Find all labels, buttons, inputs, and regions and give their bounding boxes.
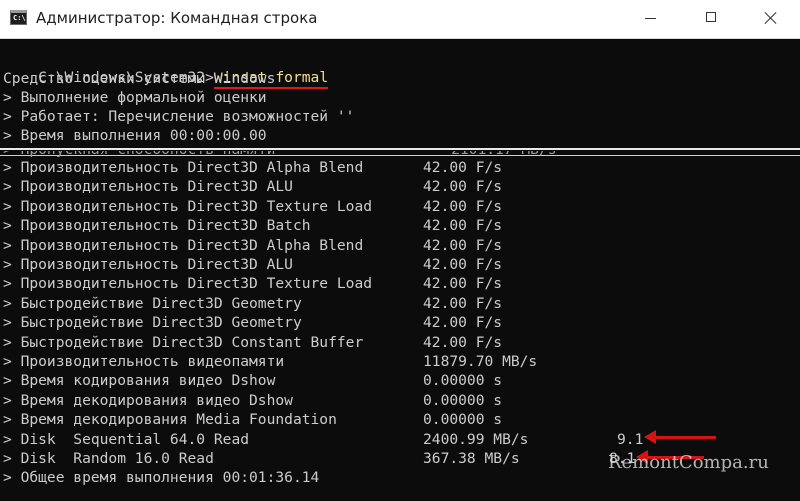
result-value: 42.00 F/s <box>423 178 503 196</box>
result-row: > Производительность Direct3D Batch 42.00… <box>3 216 793 235</box>
result-value: 42.00 F/s <box>423 217 503 235</box>
result-label: > Быстродействие Direct3D Geometry <box>3 294 302 312</box>
minimize-button[interactable] <box>623 0 683 38</box>
result-row: > Производительность Direct3D Alpha Blen… <box>3 158 793 177</box>
result-row: > Производительность видеопамяти 11879.70… <box>3 352 793 371</box>
result-label: > Производительность Direct3D Alpha Blen… <box>3 159 364 176</box>
result-label: > Производительность Direct3D Texture Lo… <box>3 275 373 293</box>
result-value: 42.00 F/s <box>423 275 503 293</box>
result-label: > Время декодирования видео Dshow <box>3 391 293 409</box>
red-arrow-icon <box>644 430 716 444</box>
result-value: 42.00 F/s <box>423 159 503 176</box>
header-line: > Время выполнения 00:00:00.00 <box>3 127 267 144</box>
result-row: > Disk Sequential 64.0 Read 2400.99 MB/s 9… <box>3 430 793 449</box>
result-label: > Производительность Direct3D ALU <box>3 256 293 273</box>
result-label: > Производительность Direct3D Alpha Blen… <box>3 236 364 254</box>
result-row: > Производительность Direct3D Texture Lo… <box>3 274 793 293</box>
result-row: > Производительность Direct3D Texture Lo… <box>3 197 793 216</box>
result-score: 9.1 <box>617 430 644 448</box>
clipped-line: > Пропускная способность памяти 2101.17 … <box>3 151 557 159</box>
result-row: > Время декодирования Media Foundation 0.… <box>3 410 793 429</box>
title-bar[interactable]: C:\ Администратор: Командная строка <box>0 0 800 39</box>
header-line: > Работает: Перечисление возможностей '' <box>3 108 355 125</box>
prompt-line: C:\Windows\System32>winsat formal <box>3 49 329 89</box>
result-value: 11879.70 MB/s <box>423 353 538 370</box>
result-label: > Производительность Direct3D Batch <box>3 217 311 235</box>
result-label: > Disk Sequential 64.0 Read <box>3 430 250 448</box>
result-value: 0.00000 s <box>423 372 503 390</box>
result-label: > Время декодирования Media Foundation <box>3 411 337 429</box>
result-label: > Производительность видеопамяти <box>3 353 285 370</box>
result-row: > Время кодирования видео Dshow 0.00000 s <box>3 371 793 390</box>
close-button[interactable] <box>741 0 800 38</box>
result-label: > Общее время выполнения 00:01:36.14 <box>3 469 320 487</box>
result-value: 42.00 F/s <box>423 197 503 215</box>
result-value: 367.38 MB/s <box>423 450 520 467</box>
result-value: 0.00000 s <box>423 391 503 409</box>
result-row: > Время декодирования видео Dshow 0.00000… <box>3 391 793 410</box>
result-row: > Производительность Direct3D Alpha Blen… <box>3 236 793 255</box>
result-label: > Disk Random 16.0 Read <box>3 450 214 467</box>
result-row: > Производительность Direct3D ALU 42.00 F… <box>3 177 793 196</box>
result-value: 42.00 F/s <box>423 314 503 332</box>
maximize-icon <box>706 12 716 22</box>
result-row: > Производительность Direct3D ALU 42.00 F… <box>3 255 793 274</box>
result-value: 2400.99 MB/s <box>423 430 529 448</box>
window-title: Администратор: Командная строка <box>36 9 318 27</box>
result-label: > Время кодирования видео Dshow <box>3 372 276 390</box>
minimize-icon <box>645 18 656 19</box>
result-value: 42.00 F/s <box>423 294 503 312</box>
result-row: > Быстродействие Direct3D Constant Buffe… <box>3 333 793 352</box>
result-label: > Быстродействие Direct3D Geometry <box>3 314 302 332</box>
result-row: > Быстродействие Direct3D Geometry 42.00 … <box>3 313 793 332</box>
maximize-button[interactable] <box>683 0 743 38</box>
result-label: > Быстродействие Direct3D Constant Buffe… <box>3 333 364 351</box>
result-value: 42.00 F/s <box>423 256 503 273</box>
result-value: 0.00000 s <box>423 411 503 429</box>
watermark: RemontCompa.ru <box>608 452 769 473</box>
result-label: > Производительность Direct3D ALU <box>3 178 293 196</box>
cmd-app-icon: C:\ <box>10 10 27 25</box>
result-label: > Производительность Direct3D Texture Lo… <box>3 197 373 215</box>
result-value: 42.00 F/s <box>423 333 503 351</box>
header-line: Средство оценки системы Windows <box>3 70 276 87</box>
header-line: > Выполнение формальной оценки <box>3 89 267 106</box>
result-value: 42.00 F/s <box>423 236 503 254</box>
result-row: > Быстродействие Direct3D Geometry 42.00 … <box>3 294 793 313</box>
